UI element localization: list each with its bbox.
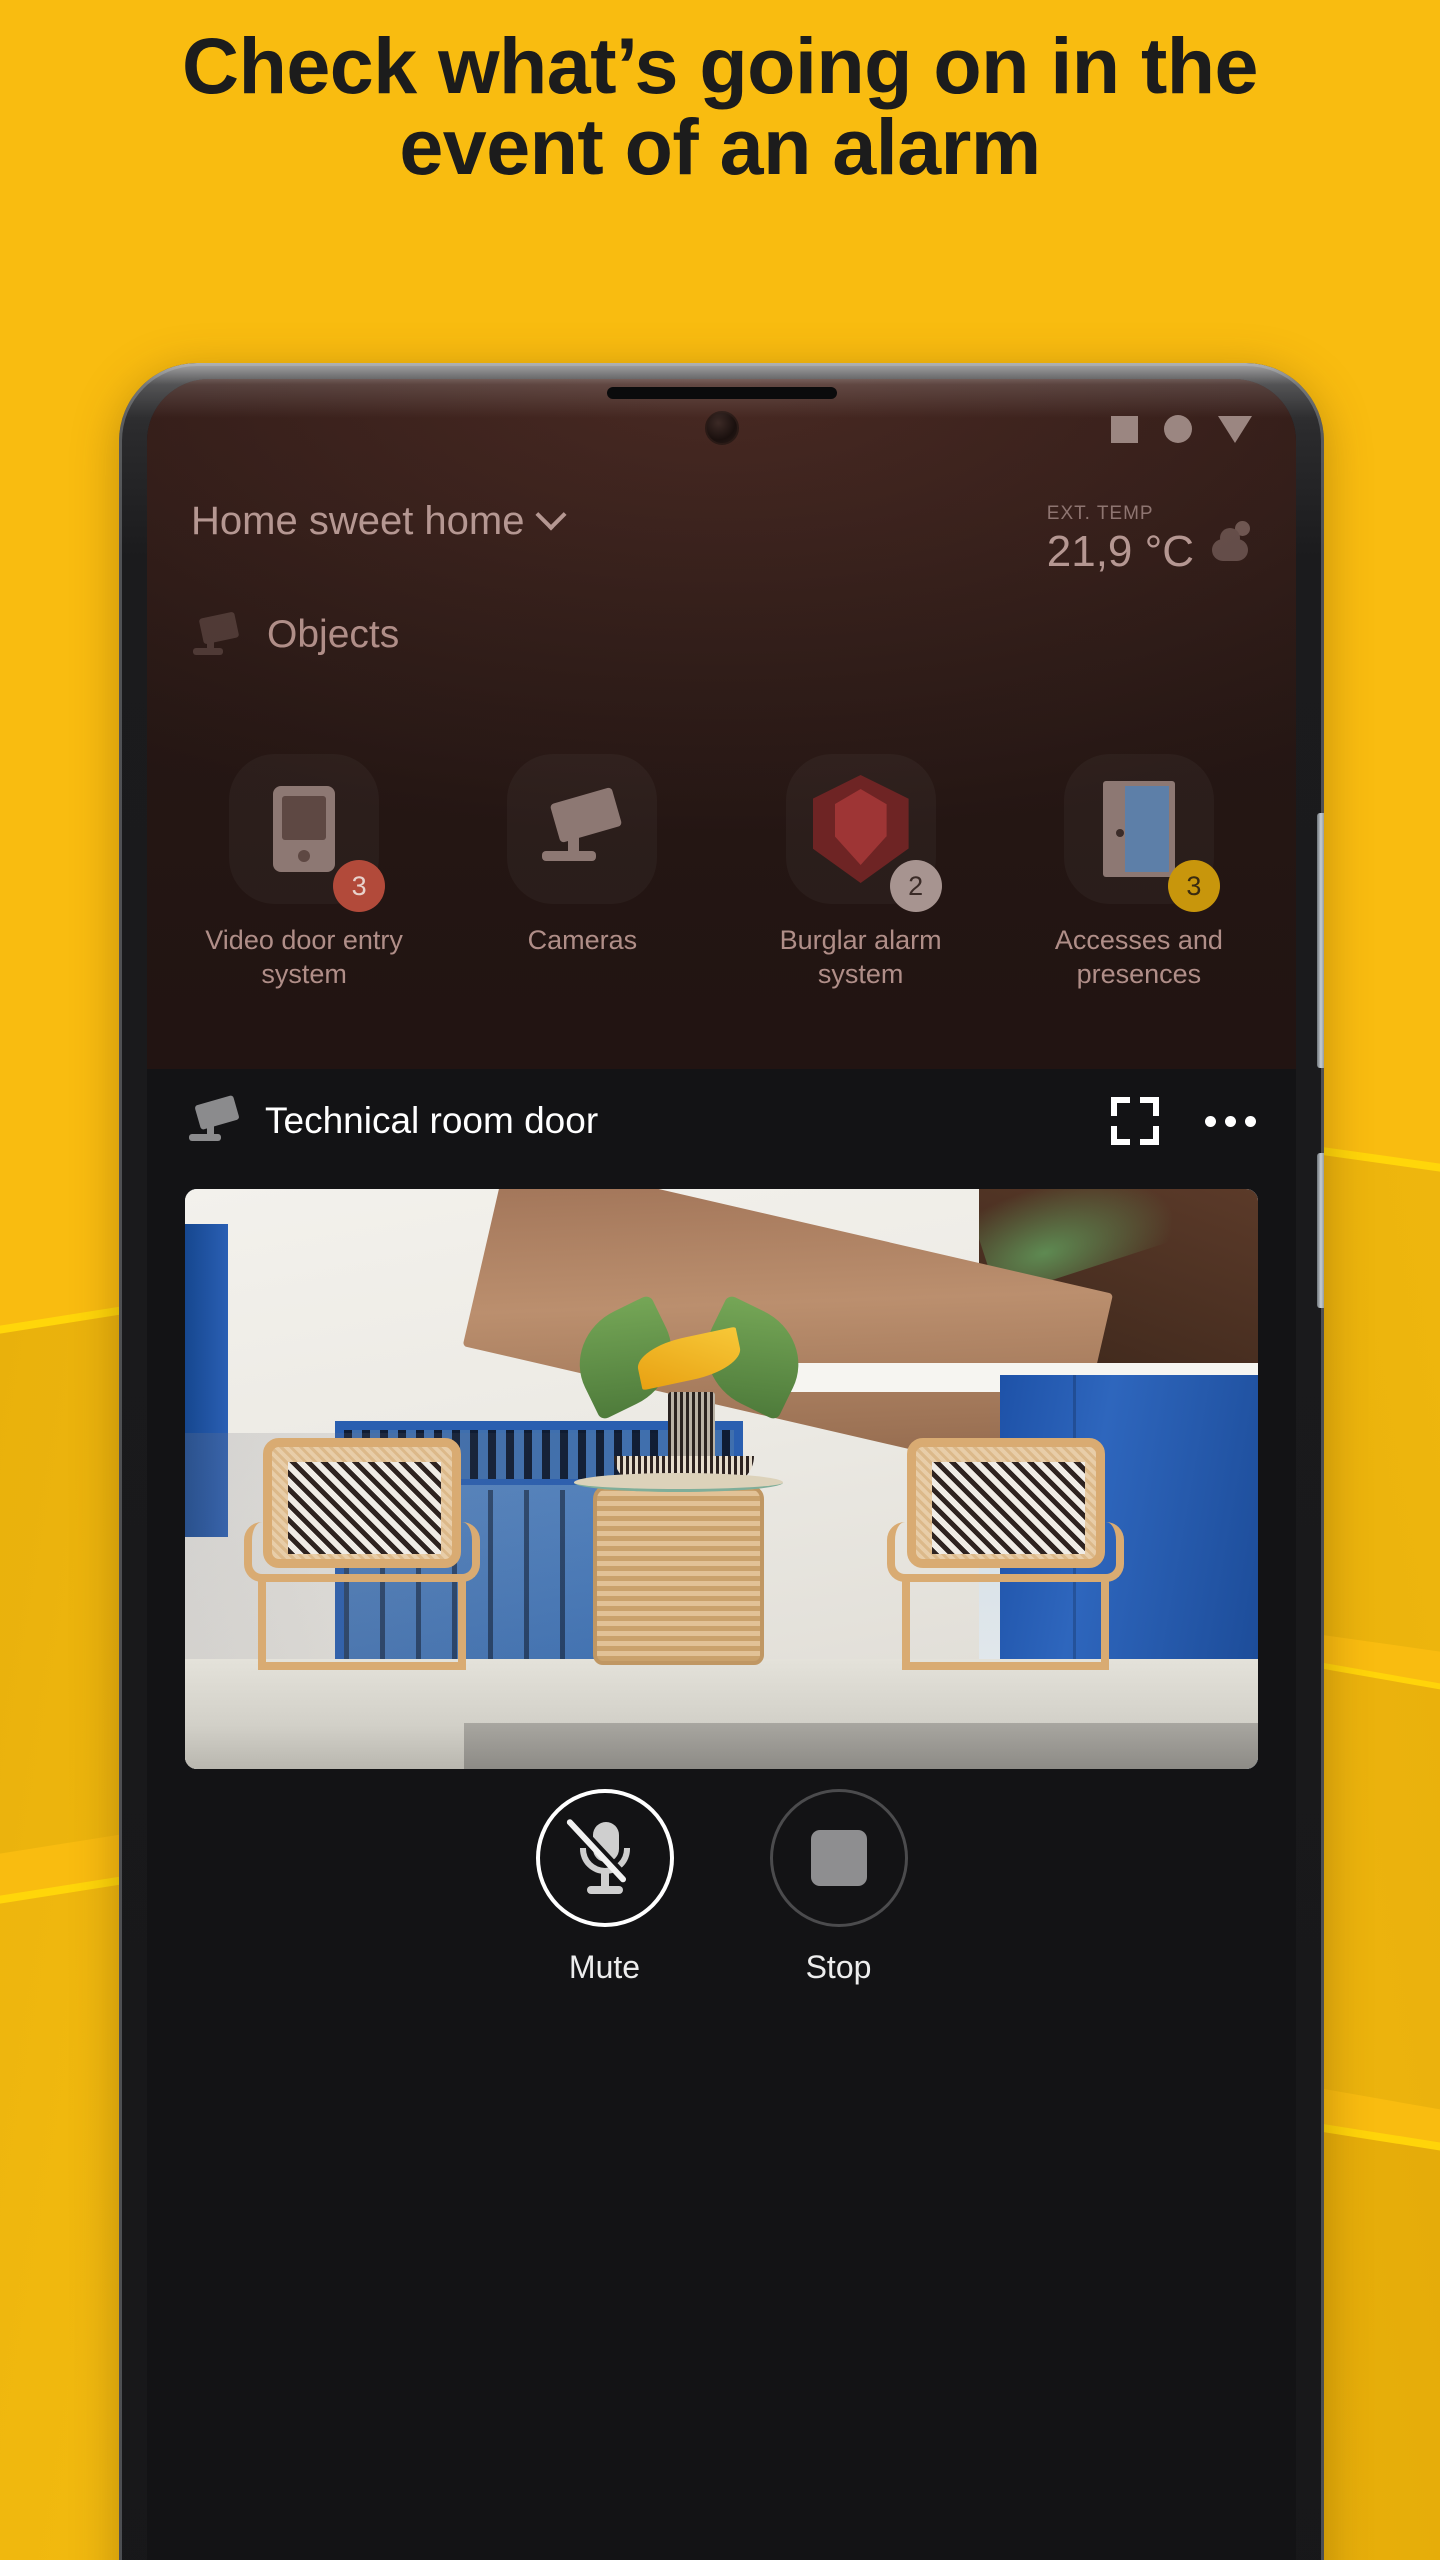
objects-section-header: Objects <box>191 611 400 657</box>
temperature-label: EXT. TEMP <box>1046 503 1154 524</box>
status-badge: 3 <box>1167 860 1220 912</box>
status-bar <box>1111 415 1252 443</box>
more-options-icon[interactable] <box>1205 1115 1256 1127</box>
door-phone-icon <box>273 786 336 872</box>
triangle-down-icon <box>1218 415 1252 443</box>
volume-button[interactable] <box>1317 813 1324 1068</box>
promo-headline: Check what’s going on in the event of an… <box>182 21 1258 191</box>
camera-overlay-panel: Technical room door Mute Stop <box>147 1069 1296 2560</box>
temperature-value: 21,9 °C <box>1046 527 1194 576</box>
status-badge: 2 <box>889 860 942 912</box>
fullscreen-expand-icon[interactable] <box>1111 1097 1159 1145</box>
shield-alarm-icon <box>812 775 909 883</box>
objects-label: Objects <box>267 613 400 656</box>
camera-controls: Mute Stop <box>147 1789 1296 1986</box>
tile-label: Accesses and presences <box>1054 925 1223 989</box>
circle-icon <box>1164 415 1192 443</box>
phone-screen: Home sweet home EXT. TEMP 21,9 °C Object… <box>147 379 1296 2560</box>
tile-label: Burglar alarm system <box>779 925 942 989</box>
status-badge: 3 <box>333 860 386 912</box>
phone-mockup: Home sweet home EXT. TEMP 21,9 °C Object… <box>119 363 1324 2560</box>
earpiece-speaker <box>606 387 837 399</box>
front-camera-icon <box>704 411 739 445</box>
security-camera-icon <box>191 611 241 657</box>
tile-burglar-alarm[interactable]: 2 Burglar alarm system <box>727 754 994 992</box>
door-access-icon <box>1102 781 1175 877</box>
objects-tile-grid: 3 Video door entry system Cameras 2 Burg… <box>147 754 1296 992</box>
microphone-muted-icon <box>565 1818 634 1894</box>
external-temperature-widget: EXT. TEMP 21,9 °C <box>1047 499 1252 577</box>
power-button[interactable] <box>1317 1153 1324 1308</box>
stop-label: Stop <box>805 1949 872 1985</box>
chevron-down-icon <box>535 498 568 530</box>
stop-square-icon <box>810 1830 867 1886</box>
stop-button[interactable]: Stop <box>769 1789 908 1986</box>
weather-cloud-sun-icon <box>1208 521 1252 561</box>
camera-panel-header: Technical room door <box>147 1069 1296 1173</box>
square-icon <box>1111 415 1138 443</box>
cctv-camera-icon <box>536 786 628 867</box>
home-header: Home sweet home EXT. TEMP 21,9 °C <box>147 498 1296 577</box>
home-selector[interactable]: Home sweet home <box>191 498 568 544</box>
security-camera-icon <box>187 1094 241 1142</box>
tile-label: Cameras <box>527 925 638 955</box>
live-camera-feed[interactable] <box>185 1189 1258 1769</box>
mute-label: Mute <box>568 1949 641 1985</box>
mute-button[interactable]: Mute <box>535 1789 674 1986</box>
tile-video-door-entry[interactable]: 3 Video door entry system <box>171 754 438 992</box>
home-name-label: Home sweet home <box>191 499 525 543</box>
tile-accesses-presences[interactable]: 3 Accesses and presences <box>1005 754 1272 992</box>
tile-label: Video door entry system <box>205 925 403 989</box>
camera-title: Technical room door <box>265 1100 599 1141</box>
tile-cameras[interactable]: Cameras <box>449 754 716 992</box>
